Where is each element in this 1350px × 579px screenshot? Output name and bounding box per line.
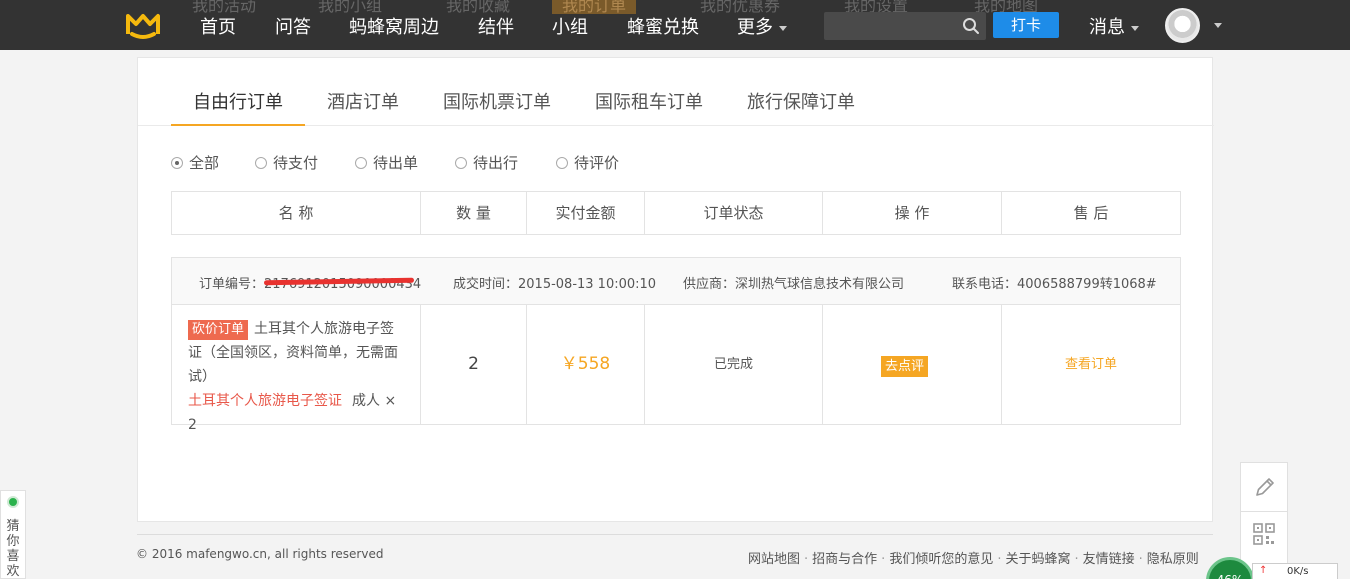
action-cell: 去点评 [823, 305, 1002, 424]
filter-label: 待支付 [273, 154, 319, 172]
product-sub-link[interactable]: 土耳其个人旅游电子签证 [188, 393, 342, 409]
footer-separator: · [804, 552, 809, 567]
footer-separator: · [997, 552, 1002, 567]
filter-label: 全部 [189, 154, 220, 172]
price-cell: ￥558 [527, 305, 645, 424]
copyright: © 2016 mafengwo.cn, all rights reserved [136, 547, 384, 561]
filter-label: 待出行 [473, 154, 519, 172]
footer-link-privacy[interactable]: 隐私原则 [1147, 552, 1199, 567]
footer-link-about[interactable]: 关于蚂蜂窝 [1005, 552, 1070, 567]
nav-companion[interactable]: 结伴 [478, 13, 514, 39]
filter-all[interactable]: 全部 [171, 152, 219, 173]
radio-icon [255, 157, 267, 169]
filter-pending-payment[interactable]: 待支付 [255, 152, 318, 173]
chevron-down-icon[interactable] [1214, 23, 1222, 28]
status-dot-icon [7, 496, 19, 508]
ghost-tab: 我的收藏 [446, 0, 511, 14]
filter-pending-review[interactable]: 待评价 [556, 152, 619, 173]
tab-intl-flight[interactable]: 国际机票订单 [443, 88, 551, 114]
speed-percent: 46% [1206, 557, 1254, 579]
quantity-cell: 2 [421, 305, 527, 424]
pencil-icon[interactable] [1253, 475, 1277, 499]
filter-label: 待出单 [373, 154, 419, 172]
search-icon[interactable] [962, 17, 980, 35]
header-quantity: 数 量 [421, 192, 527, 234]
arrow-up-icon: ↑ [1259, 565, 1268, 576]
search-input[interactable] [824, 12, 954, 40]
header-after-sale: 售 后 [1073, 204, 1109, 222]
footer-link-sitemap[interactable]: 网站地图 [748, 552, 800, 567]
mafengwo-logo-icon[interactable] [124, 10, 162, 40]
nav-home[interactable]: 首页 [200, 13, 236, 39]
tab-travel-insurance[interactable]: 旅行保障订单 [747, 88, 855, 114]
speed-value: 0K/s [1287, 566, 1309, 577]
nav-honey-exchange[interactable]: 蜂蜜兑换 [627, 13, 699, 39]
table-header: 名 称 数 量 实付金额 订单状态 操 作 售 后 [171, 191, 1181, 235]
ghost-tab: 我的优惠券 [700, 0, 781, 14]
header-actions: 操 作 [823, 192, 1002, 234]
header-name: 名 称 [172, 192, 421, 234]
order-header: 订单编号：2176912015090000434 成交时间：2015-08-13… [172, 258, 1180, 305]
view-order-link[interactable]: 查看订单 [1002, 305, 1180, 424]
guess-you-like-label: 猜你喜欢 [6, 519, 20, 579]
footer-link-feedback[interactable]: 我们倾听您的意见 [889, 552, 993, 567]
tab-free-travel[interactable]: 自由行订单 [193, 88, 283, 114]
search-box [824, 12, 986, 40]
qr-code-icon[interactable] [1253, 523, 1275, 545]
chevron-down-icon [779, 25, 787, 31]
nav-more[interactable]: 更多 [737, 13, 787, 39]
ghost-tab: 我的小组 [318, 0, 383, 14]
order-tabs: 自由行订单 酒店订单 国际机票订单 国际租车订单 旅行保障订单 [138, 58, 1214, 126]
nav-messages[interactable]: 消息 [1089, 13, 1139, 39]
tab-hotel[interactable]: 酒店订单 [327, 88, 399, 114]
radio-checked-icon [171, 157, 183, 169]
product-cell: 砍价订单 土耳其个人旅游电子签证（全国领区，资料简单，无需面试） 土耳其个人旅游电… [172, 305, 421, 433]
order-card: 订单编号：2176912015090000434 成交时间：2015-08-13… [171, 257, 1181, 433]
filter-label: 待评价 [574, 154, 620, 172]
checkin-button[interactable]: 打卡 [993, 12, 1059, 38]
footer-separator: · [1074, 552, 1079, 567]
footer-separator: · [881, 552, 886, 567]
nav-qa[interactable]: 问答 [275, 13, 311, 39]
radio-icon [355, 157, 367, 169]
table-row: 砍价订单 土耳其个人旅游电子签证（全国领区，资料简单，无需面试） 土耳其个人旅游电… [172, 305, 1180, 433]
nav-merchandise[interactable]: 蚂蜂窝周边 [349, 13, 439, 39]
order-supplier: 供应商：深圳热气球信息技术有限公司 [683, 277, 905, 292]
footer-links: 网站地图 · 招商与合作 · 我们倾听您的意见 · 关于蚂蜂窝 · 友情链接 · 隐私原则 [748, 548, 1199, 567]
chevron-down-icon [1131, 25, 1139, 31]
nav-groups[interactable]: 小组 [552, 13, 588, 39]
header-paid-amount: 实付金额 [527, 192, 645, 234]
tab-intl-car[interactable]: 国际租车订单 [595, 88, 703, 114]
footer-link-business[interactable]: 招商与合作 [812, 552, 877, 567]
footer-separator: · [1138, 552, 1143, 567]
footer-link-friends[interactable]: 友情链接 [1083, 552, 1135, 567]
guess-you-like-widget[interactable]: 猜你喜欢 [0, 490, 26, 579]
footer-divider [137, 534, 1213, 535]
network-speed-widget[interactable]: 46% ↑ 0K/s [1206, 557, 1350, 579]
nav-more-label: 更多 [737, 17, 773, 38]
orders-panel: 自由行订单 酒店订单 国际机票订单 国际租车订单 旅行保障订单 全部 待支付 待… [137, 57, 1214, 522]
filter-pending-issue[interactable]: 待出单 [355, 152, 418, 173]
radio-icon [556, 157, 568, 169]
header-order-status: 订单状态 [645, 192, 823, 234]
ghost-tab: 我的订单 [552, 0, 637, 14]
order-number-label: 订单编号： [199, 277, 265, 292]
radio-icon [455, 157, 467, 169]
status-cell: 已完成 [645, 305, 823, 424]
toolbar-divider [1241, 511, 1287, 512]
order-time: 成交时间：2015-08-13 10:00:10 [453, 277, 657, 292]
ghost-tab: 我的活动 [192, 0, 257, 14]
active-tab-indicator [171, 124, 305, 126]
order-phone: 联系电话：4006588799转1068# [952, 277, 1157, 292]
bargain-order-badge: 砍价订单 [188, 320, 249, 340]
avatar[interactable] [1165, 8, 1200, 43]
filter-pending-travel[interactable]: 待出行 [455, 152, 518, 173]
review-button[interactable]: 去点评 [881, 356, 929, 377]
nav-messages-label: 消息 [1089, 17, 1125, 38]
top-nav-bar: 我的活动 我的小组 我的收藏 我的订单 我的优惠券 我的设置 我的地图 首页 问… [0, 0, 1350, 50]
speed-panel: ↑ 0K/s [1252, 563, 1338, 579]
